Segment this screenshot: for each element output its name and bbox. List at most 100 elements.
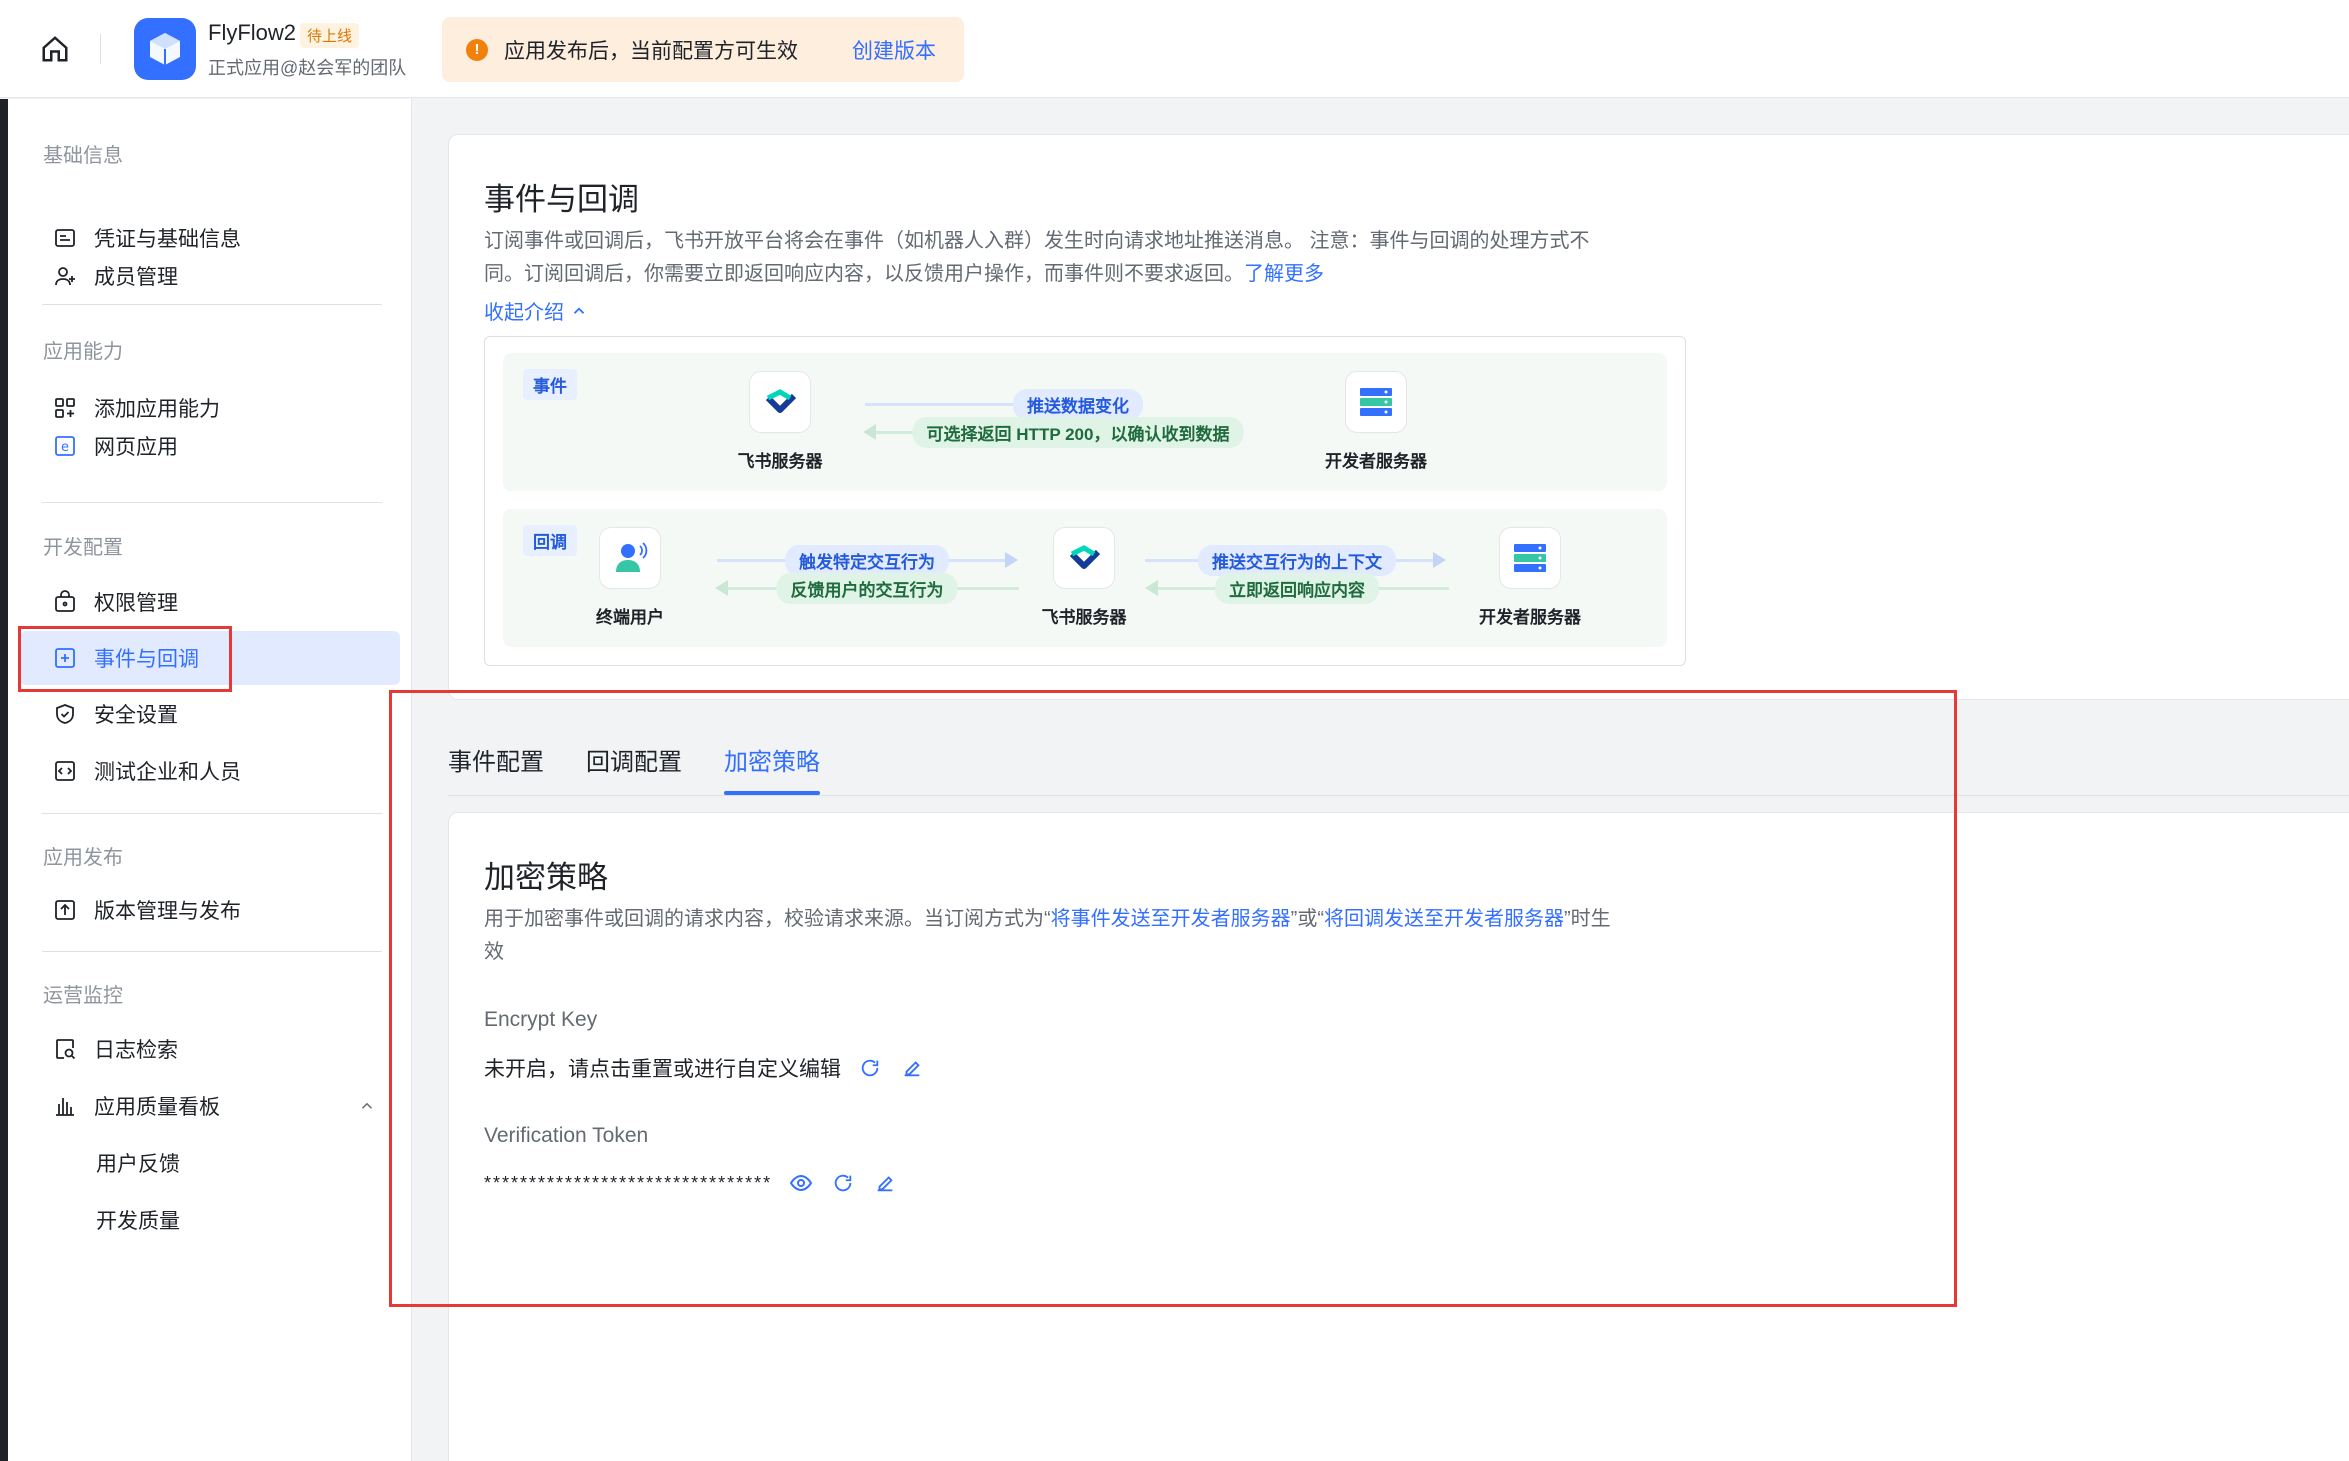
encrypt-key-value: 未开启，请点击重置或进行自定义编辑 [484, 1058, 841, 1081]
feishu-server-icon [1053, 527, 1115, 589]
bar-chart-icon [52, 1093, 78, 1119]
section-basic: 基础信息 [43, 145, 123, 167]
top-divider [100, 34, 101, 64]
trigger-action-label: 触发特定交互行为 [785, 545, 949, 576]
publish-notice: ! 应用发布后，当前配置方可生效 创建版本 [442, 17, 964, 82]
sidebar-item-label: 测试企业和人员 [94, 761, 241, 784]
optional-return-label: 可选择返回 HTTP 200，以确认收到数据 [912, 417, 1244, 448]
encryption-desc-text: ”或“ [1290, 908, 1324, 930]
push-data-label: 推送数据变化 [1013, 389, 1143, 420]
sidebar-item-feedback[interactable]: 用户反馈 [20, 1136, 400, 1190]
app-status-badge: 待上线 [300, 23, 360, 48]
top-bar: FlyFlow2 待上线 正式应用@赵会军的团队 ! 应用发布后，当前配置方可生… [0, 0, 2349, 98]
sidebar-item-permissions[interactable]: 权限管理 [20, 575, 400, 629]
encryption-description-line2: 效 [484, 941, 504, 963]
web-app-icon: e [52, 433, 78, 459]
section-dev: 开发配置 [43, 537, 123, 559]
reset-icon[interactable] [830, 1170, 856, 1196]
lock-box-icon [52, 589, 78, 615]
dev-server-label: 开发者服务器 [1325, 452, 1427, 471]
apps-grid-icon [52, 395, 78, 421]
chevron-up-icon [570, 302, 588, 320]
window-edge [0, 99, 8, 1461]
encryption-title: 加密策略 [484, 860, 608, 895]
tab-event-config[interactable]: 事件配置 [448, 742, 544, 777]
app-subtitle: 正式应用@赵会军的团队 [208, 58, 407, 78]
callback-lane: 回调 终端用户 触发特定交互行为 反馈用户的交互行为 飞书服务器 推送交互行为的… [503, 509, 1667, 647]
event-icon [52, 645, 78, 671]
sidebar-item-dev-quality[interactable]: 开发质量 [20, 1193, 400, 1247]
nav-divider [42, 304, 382, 305]
app-name: FlyFlow2 [208, 20, 297, 45]
dev-server-icon [1345, 371, 1407, 433]
home-icon[interactable] [36, 30, 74, 68]
section-capability: 应用能力 [43, 341, 123, 363]
feishu-server-label: 飞书服务器 [1041, 608, 1127, 627]
sidebar-item-label: 用户反馈 [96, 1153, 180, 1176]
sidebar-item-label: 网页应用 [94, 436, 178, 459]
code-box-icon [52, 758, 78, 784]
encryption-description-line1: 用于加密事件或回调的请求内容，校验请求来源。当订阅方式为“将事件发送至开发者服务… [484, 903, 1611, 936]
create-version-link[interactable]: 创建版本 [852, 35, 936, 65]
arrow-head [1145, 580, 1158, 596]
end-user-label: 终端用户 [596, 608, 664, 627]
reset-icon[interactable] [857, 1055, 883, 1081]
callback-to-server-link[interactable]: 将回调发送至开发者服务器 [1324, 908, 1564, 930]
encryption-desc-text: 用于加密事件或回调的请求内容，校验请求来源。当订阅方式为“ [484, 908, 1051, 930]
verification-token-value: ******************************** [484, 1172, 773, 1193]
tab-encryption[interactable]: 加密策略 [724, 742, 820, 777]
sidebar: 基础信息 凭证与基础信息 成员管理 应用能力 添加应用能力 e 网页应用 开发配… [8, 99, 412, 1461]
sidebar-item-quality[interactable]: 应用质量看板 [20, 1079, 400, 1133]
config-tabs: 事件配置 回调配置 加密策略 [448, 700, 2349, 796]
verification-token-label: Verification Token [484, 1124, 649, 1147]
sidebar-item-label: 权限管理 [94, 592, 178, 615]
app-logo-icon [134, 18, 196, 80]
sidebar-item-security[interactable]: 安全设置 [20, 687, 400, 741]
verification-token-row: ******************************** [484, 1170, 898, 1196]
id-card-icon [52, 225, 78, 251]
eye-icon[interactable] [788, 1170, 814, 1196]
feishu-server-label: 飞书服务器 [737, 452, 823, 471]
sidebar-item-label: 日志检索 [94, 1039, 178, 1062]
encryption-desc-text: ”时生 [1564, 908, 1611, 930]
nav-divider [42, 502, 382, 503]
intro-description-line2: 同。订阅回调后，你需要立即返回响应内容，以反馈用户操作，而事件则不要求返回。了解… [484, 258, 1324, 291]
event-to-server-link[interactable]: 将事件发送至开发者服务器 [1051, 908, 1291, 930]
encrypt-key-label: Encrypt Key [484, 1008, 598, 1031]
sidebar-item-label: 事件与回调 [94, 648, 199, 671]
sidebar-item-label: 安全设置 [94, 704, 178, 727]
push-context-label: 推送交互行为的上下文 [1198, 545, 1396, 576]
sidebar-item-label: 应用质量看板 [94, 1096, 220, 1119]
nav-divider [42, 813, 382, 814]
dev-server-icon [1499, 527, 1561, 589]
sidebar-item-logs[interactable]: 日志检索 [20, 1022, 400, 1076]
chevron-up-icon[interactable] [358, 1097, 376, 1121]
collapse-intro-button[interactable]: 收起介绍 [484, 296, 588, 325]
edit-icon[interactable] [872, 1170, 898, 1196]
sidebar-item-test-tenant[interactable]: 测试企业和人员 [20, 744, 400, 798]
learn-more-link[interactable]: 了解更多 [1244, 263, 1324, 285]
sidebar-item-events[interactable]: 事件与回调 [20, 631, 400, 685]
sidebar-item-label: 成员管理 [94, 266, 178, 289]
feishu-server-icon [749, 371, 811, 433]
callback-tag: 回调 [523, 525, 577, 556]
shield-icon [52, 701, 78, 727]
warning-icon: ! [466, 38, 488, 61]
sidebar-item-versions[interactable]: 版本管理与发布 [20, 883, 400, 937]
collapse-label: 收起介绍 [484, 302, 564, 324]
arrow-head [1005, 552, 1018, 568]
section-ops: 运营监控 [43, 985, 123, 1007]
return-response-label: 立即返回响应内容 [1215, 573, 1379, 604]
upload-icon [52, 897, 78, 923]
sidebar-item-members[interactable]: 成员管理 [20, 249, 400, 303]
arrow-head [715, 580, 728, 596]
log-search-icon [52, 1036, 78, 1062]
sidebar-item-web-app[interactable]: e 网页应用 [20, 419, 400, 473]
edit-icon[interactable] [899, 1055, 925, 1081]
page-title: 事件与回调 [484, 182, 639, 217]
tab-callback-config[interactable]: 回调配置 [586, 742, 682, 777]
sidebar-item-label: 版本管理与发布 [94, 900, 241, 923]
arrow-head [1433, 552, 1446, 568]
svg-text:e: e [61, 440, 69, 455]
notice-text: 应用发布后，当前配置方可生效 [504, 39, 798, 63]
